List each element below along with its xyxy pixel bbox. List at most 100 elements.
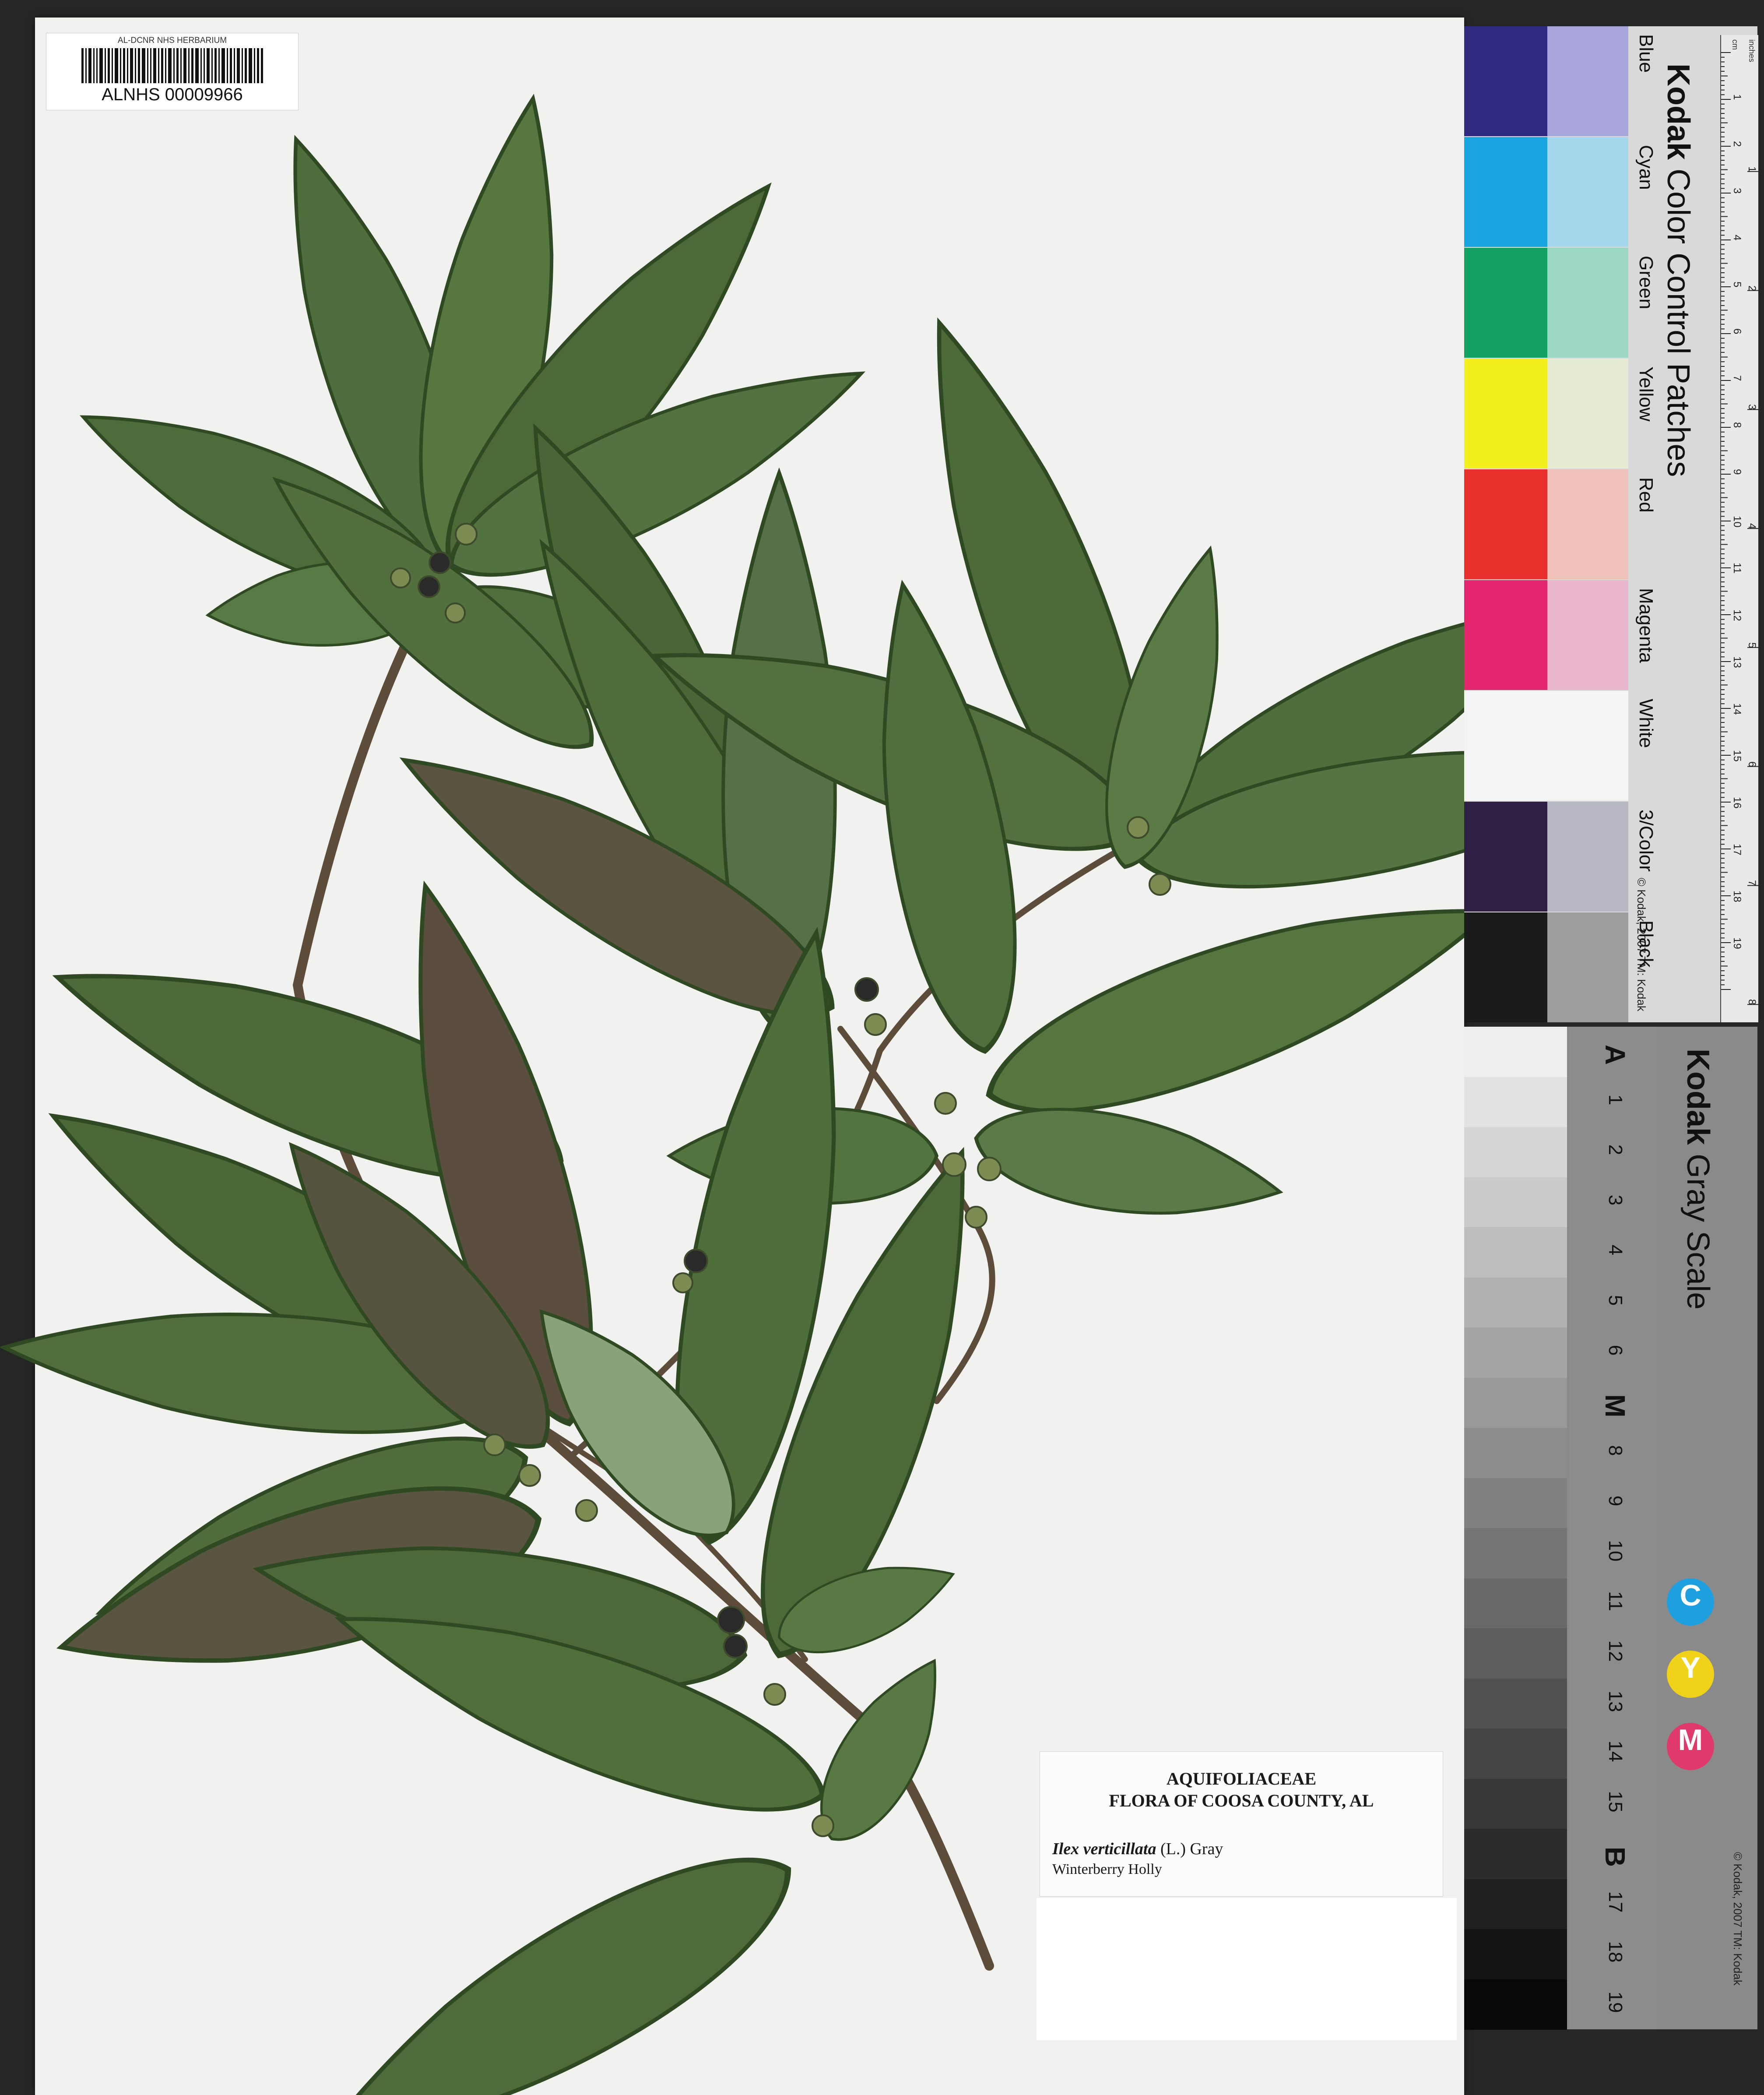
ruler-inch-number: 5	[1746, 642, 1758, 648]
patch-dark-blue	[1464, 26, 1547, 136]
patch-label-black: Black	[1635, 920, 1657, 968]
patch-label-yellow: Yellow	[1635, 366, 1657, 422]
ruler-cm-label: cm	[1731, 39, 1739, 50]
gray-step	[1464, 1528, 1567, 1579]
patch-dark-black	[1464, 912, 1547, 1022]
gray-step-label: 1	[1605, 1094, 1626, 1105]
gray-step	[1464, 1478, 1567, 1528]
gray-step-label: 14	[1605, 1740, 1626, 1762]
patch-light-yellow	[1547, 359, 1628, 468]
gray-step	[1464, 1177, 1567, 1228]
ruler-cm-number: 8	[1731, 422, 1743, 428]
gray-step-label: 3	[1605, 1194, 1626, 1205]
ruler-cm-number: 3	[1731, 188, 1743, 194]
ruler-inch-number: 4	[1746, 523, 1758, 529]
cym-dot-m: M	[1667, 1723, 1714, 1770]
gray-step-label: 11	[1605, 1591, 1626, 1611]
gray-step-label-column	[1569, 1027, 1657, 2029]
gray-step	[1464, 1929, 1567, 1980]
ruler-inch-label: inches	[1747, 39, 1756, 63]
flora-title: FLORA OF COOSA COUNTY, AL	[1109, 1791, 1374, 1810]
common-name: Winterberry Holly	[1052, 1861, 1162, 1877]
gray-step	[1464, 1778, 1567, 1829]
author-citation: (L.) Gray	[1160, 1840, 1223, 1858]
barcode-label: AL-DCNR NHS HERBARIUM ALNHS 00009966	[46, 33, 299, 110]
gray-step	[1464, 1628, 1567, 1679]
patch-dark-red	[1464, 469, 1547, 579]
gray-step	[1464, 1578, 1567, 1629]
ruler-inch-number: 1	[1746, 166, 1758, 173]
barcode	[81, 48, 263, 83]
scientific-name: Ilex verticillata	[1052, 1840, 1156, 1858]
ruler-cm-number: 2	[1731, 141, 1743, 147]
gray-step-label: 5	[1605, 1295, 1626, 1306]
gray-step-label: 12	[1605, 1640, 1626, 1662]
ruler-inch-number: 7	[1746, 880, 1758, 886]
gray-step-label: 8	[1605, 1445, 1626, 1456]
ruler-cm-number: 5	[1731, 282, 1743, 288]
patch-label-blue: Blue	[1635, 34, 1657, 73]
catalog-number: ALNHS 00009966	[102, 85, 243, 104]
cym-dot-y: Y	[1667, 1651, 1714, 1698]
patch-label-magenta: Magenta	[1635, 588, 1657, 663]
gray-step	[1464, 1227, 1567, 1278]
gray-step-label: M	[1599, 1394, 1631, 1418]
institution-name: AL-DCNR NHS HERBARIUM	[117, 36, 227, 45]
ruler-cm-number: 13	[1731, 656, 1743, 668]
ruler-cm-number: 19	[1731, 937, 1743, 949]
ruler-cm-number: 15	[1731, 750, 1743, 762]
patch-dark-cyan	[1464, 137, 1547, 247]
taxon-line: Ilex verticillata (L.) Gray	[1052, 1839, 1223, 1859]
patch-light-cyan	[1547, 137, 1628, 247]
ruler-cm-number: 10	[1731, 516, 1743, 528]
gray-step	[1464, 1729, 1567, 1779]
gray-step-label: 17	[1605, 1891, 1626, 1913]
blank-label-area	[1037, 1898, 1457, 2040]
ruler: cm inches 1 2 3 4 5 6 7 8 9 10 11 12 13 14 15 16 17 18 19 1…	[1720, 35, 1758, 1022]
gray-step-label: 9	[1605, 1495, 1626, 1506]
ruler-cm-number: 6	[1731, 328, 1743, 334]
family-name: AQUIFOLIACEAE	[1166, 1769, 1317, 1789]
patch-label-red: Red	[1635, 477, 1657, 513]
gray-step	[1464, 1428, 1567, 1479]
cym-dot-c: C	[1667, 1578, 1714, 1626]
patch-label-green: Green	[1635, 256, 1657, 310]
ruler-cm-number: 12	[1731, 609, 1743, 621]
gray-card-copyright: © Kodak, 2007 TM: Kodak	[1731, 1852, 1744, 1986]
patch-light-white	[1547, 691, 1628, 801]
ruler-inch-number: 6	[1746, 761, 1758, 768]
ruler-cm-number: 17	[1731, 844, 1743, 856]
ruler-inch-number: 3	[1746, 404, 1758, 410]
ruler-cm-number: 14	[1731, 703, 1743, 715]
herbarium-label: AQUIFOLIACEAE FLORA OF COOSA COUNTY, AL …	[1040, 1751, 1443, 1897]
gray-step	[1464, 1979, 1567, 2030]
patch-light-green	[1547, 248, 1628, 358]
gray-step-label: B	[1599, 1847, 1631, 1867]
gray-step	[1464, 1127, 1567, 1178]
gray-step-label: 2	[1605, 1144, 1626, 1155]
ruler-cm-number: 11	[1731, 563, 1743, 574]
gray-card-title: Kodak Gray Scale	[1680, 1049, 1715, 1310]
patch-dark-white	[1464, 691, 1547, 801]
patch-light-red	[1547, 469, 1628, 579]
patch-label-cyan: Cyan	[1635, 145, 1657, 190]
gray-step	[1464, 1277, 1567, 1328]
patch-light-black	[1547, 912, 1628, 1022]
gray-step-label: 13	[1605, 1690, 1626, 1712]
gray-step-label: A	[1599, 1045, 1631, 1065]
gray-step-label: 10	[1605, 1540, 1626, 1562]
gray-step-label: 6	[1605, 1345, 1626, 1356]
patch-dark-3color	[1464, 802, 1547, 912]
gray-step	[1464, 1327, 1567, 1378]
gray-step	[1464, 1027, 1567, 1077]
ruler-inch-number: 2	[1746, 285, 1758, 291]
gray-step-label: 19	[1605, 1991, 1626, 2013]
ruler-cm-number: 1	[1731, 94, 1743, 100]
ruler-cm-number: 18	[1731, 891, 1743, 902]
patch-light-3color	[1547, 802, 1628, 912]
ruler-cm-number: 9	[1731, 469, 1743, 475]
ruler-inch-number: 8	[1746, 999, 1758, 1005]
ruler-cm-number: 4	[1731, 235, 1743, 241]
ruler-cm-number: 16	[1731, 797, 1743, 809]
gray-step	[1464, 1879, 1567, 1930]
